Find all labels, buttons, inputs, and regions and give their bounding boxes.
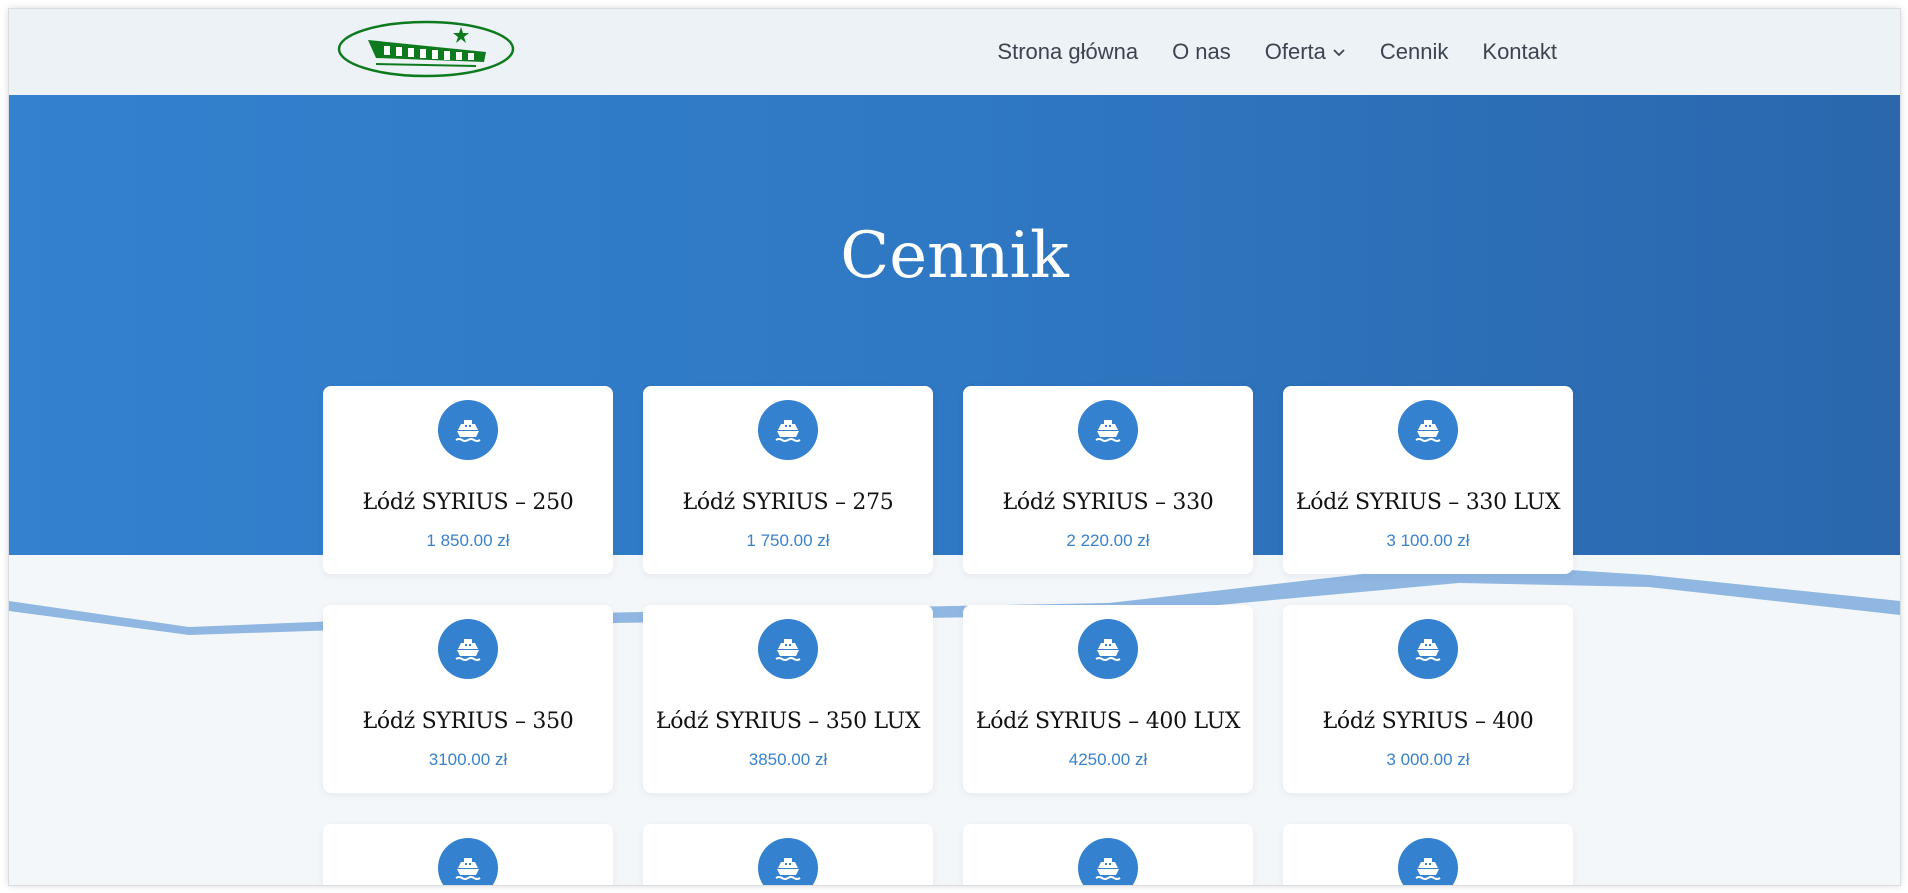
nav-contact-label: Kontakt [1482, 39, 1557, 64]
price-card[interactable] [323, 824, 613, 885]
ship-icon [1398, 619, 1458, 679]
nav-pricing-label: Cennik [1379, 39, 1449, 64]
ship-icon [438, 838, 498, 885]
pricing-grid: Łódź SYRIUS – 250 1 850.00 zł Łódź SYRIUS … [323, 386, 1585, 885]
ship-icon [1078, 400, 1138, 460]
main-nav: Strona główna O nas Oferta Cennik Kontak… [997, 9, 1557, 95]
price-card[interactable]: Łódź SYRIUS – 330 2 220.00 zł [963, 386, 1253, 574]
price-card[interactable]: Łódź SYRIUS – 400 LUX 4250.00 zł [963, 605, 1253, 793]
page-title: Cennik [840, 219, 1069, 293]
product-price: 1 750.00 zł [746, 531, 830, 550]
price-card[interactable] [643, 824, 933, 885]
product-price: 3 000.00 zł [1386, 750, 1470, 769]
product-price: 2 220.00 zł [1066, 531, 1150, 550]
product-name: Łódź SYRIUS – 350 [362, 709, 574, 734]
ship-icon [758, 400, 818, 460]
product-price: 3100.00 zł [428, 750, 508, 769]
product-name: Łódź SYRIUS – 400 [1322, 709, 1534, 734]
site-header: Strona główna O nas Oferta Cennik Kontak… [9, 9, 1900, 95]
browser-viewport: Strona główna O nas Oferta Cennik Kontak… [9, 9, 1900, 885]
nav-home-label: Strona główna [997, 39, 1139, 64]
price-card[interactable]: Łódź SYRIUS – 330 LUX 3 100.00 zł [1283, 386, 1573, 574]
site-logo[interactable] [336, 18, 516, 80]
product-price: 1 850.00 zł [426, 531, 510, 550]
ship-icon [1078, 838, 1138, 885]
product-name: Łódź SYRIUS – 330 LUX [1295, 490, 1561, 515]
price-card[interactable]: Łódź SYRIUS – 350 LUX 3850.00 zł [643, 605, 933, 793]
product-price: 3850.00 zł [748, 750, 828, 769]
nav-about[interactable]: O nas [1172, 39, 1231, 65]
product-price: 3 100.00 zł [1386, 531, 1470, 550]
ship-icon [1398, 838, 1458, 885]
nav-contact[interactable]: Kontakt [1482, 39, 1557, 65]
product-name: Łódź SYRIUS – 350 LUX [655, 709, 921, 734]
ship-icon [758, 838, 818, 885]
price-card[interactable] [963, 824, 1253, 885]
chevron-down-icon [1333, 49, 1345, 57]
nav-pricing[interactable]: Cennik [1380, 39, 1448, 65]
price-card[interactable]: Łódź SYRIUS – 400 3 000.00 zł [1283, 605, 1573, 793]
ship-icon [438, 400, 498, 460]
product-name: Łódź SYRIUS – 400 LUX [975, 709, 1241, 734]
product-name: Łódź SYRIUS – 330 [1002, 490, 1214, 515]
ship-icon [438, 619, 498, 679]
nav-about-label: O nas [1172, 39, 1231, 64]
logo-icon [337, 20, 515, 78]
ship-icon [758, 619, 818, 679]
product-price: 4250.00 zł [1068, 750, 1148, 769]
price-card[interactable]: Łódź SYRIUS – 250 1 850.00 zł [323, 386, 613, 574]
ship-icon [1398, 400, 1458, 460]
nav-offer[interactable]: Oferta [1265, 39, 1346, 65]
price-card[interactable]: Łódź SYRIUS – 275 1 750.00 zł [643, 386, 933, 574]
product-name: Łódź SYRIUS – 275 [682, 490, 894, 515]
ship-icon [1078, 619, 1138, 679]
product-name: Łódź SYRIUS – 250 [362, 490, 574, 515]
price-card[interactable]: Łódź SYRIUS – 350 3100.00 zł [323, 605, 613, 793]
nav-offer-label: Oferta [1264, 39, 1326, 64]
price-card[interactable] [1283, 824, 1573, 885]
nav-home[interactable]: Strona główna [997, 39, 1138, 65]
